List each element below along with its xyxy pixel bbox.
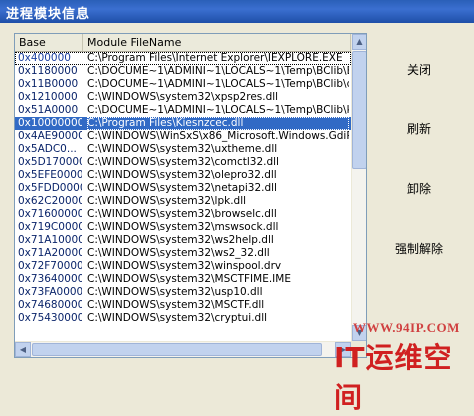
base-cell: 0x71600000 <box>18 208 82 220</box>
table-row[interactable]: 0x74680000 C:\WINDOWS\system32\MSCTF.dll <box>15 299 351 312</box>
table-row[interactable]: 0x5D170000 C:\WINDOWS\system32\comctl32.d… <box>15 156 351 169</box>
filename-cell: C:\WINDOWS\system32\comctl32.dll <box>87 156 279 168</box>
filename-cell: C:\Program Files\Internet Explorer\IEXPL… <box>87 52 343 64</box>
table-row[interactable]: 0x72F70000 C:\WINDOWS\system32\winspool.d… <box>15 260 351 273</box>
filename-cell: C:\WINDOWS\system32\winspool.drv <box>87 260 282 272</box>
base-cell: 0x75430000 <box>18 312 82 324</box>
base-cell: 0x71A10000 <box>18 234 82 246</box>
filename-cell: C:\WINDOWS\system32\usp10.dll <box>87 286 263 298</box>
filename-cell: C:\DOCUME~1\ADMINI~1\LOCALS~1\Temp\BClib… <box>87 104 349 116</box>
refresh-button[interactable]: 刷新 <box>385 118 453 140</box>
filename-cell: C:\DOCUME~1\ADMINI~1\LOCALS~1\Temp\BClib… <box>87 65 349 77</box>
window-title: 进程模块信息 <box>6 7 91 22</box>
filename-cell: C:\WINDOWS\system32\MSCTF.dll <box>87 299 265 311</box>
close-button[interactable]: 关闭 <box>385 59 453 81</box>
base-cell: 0x72F70000 <box>18 260 82 272</box>
base-cell: 0x74680000 <box>18 299 82 311</box>
base-cell: 0x1180000 <box>18 65 78 77</box>
filename-cell: C:\Program Files\Kiesnzcec.dll <box>87 117 349 130</box>
table-row-selected[interactable]: 0x10000000 C:\Program Files\Kiesnzcec.dll <box>15 117 351 130</box>
base-cell: 0x400000 <box>18 52 71 64</box>
column-header-module-filename[interactable]: Module FileName <box>83 34 351 51</box>
table-row[interactable]: 0x71A20000 C:\WINDOWS\system32\ws2_32.dll <box>15 247 351 260</box>
horizontal-scrollbar[interactable]: ◀ ▶ <box>15 341 351 357</box>
force-unload-button[interactable]: 强制解除 <box>385 238 453 260</box>
base-cell: 0x73FA0000 <box>18 286 82 298</box>
base-cell: 0x4AE90000 <box>18 130 82 142</box>
base-cell: 0x11B0000 <box>18 78 79 90</box>
filename-cell: C:\WINDOWS\WinSxS\x86_Microsoft.Windows.… <box>87 130 349 142</box>
table-row[interactable]: 0x1210000 C:\WINDOWS\system32\xpsp2res.dl… <box>15 91 351 104</box>
filename-cell: C:\WINDOWS\system32\browselc.dll <box>87 208 277 220</box>
filename-cell: C:\DOCUME~1\ADMINI~1\LOCALS~1\Temp\BClib… <box>87 78 349 90</box>
table-row[interactable]: 0x73640000 C:\WINDOWS\system32\MSCTFIME.I… <box>15 273 351 286</box>
base-cell: 0x5EFE0000 <box>18 169 82 181</box>
table-row[interactable]: 0x73FA0000 C:\WINDOWS\system32\usp10.dll <box>15 286 351 299</box>
base-cell: 0x10000000 <box>18 117 82 129</box>
base-cell: 0x1210000 <box>18 91 78 103</box>
scroll-left-icon[interactable]: ◀ <box>15 342 31 357</box>
column-header-base[interactable]: Base <box>15 34 83 51</box>
table-row[interactable]: 0x4AE90000 C:\WINDOWS\WinSxS\x86_Microsof… <box>15 130 351 143</box>
base-cell: 0x5ADC0... <box>18 143 77 155</box>
table-row[interactable]: 0x51A0000 C:\DOCUME~1\ADMINI~1\LOCALS~1\T… <box>15 104 351 117</box>
table-row[interactable]: 0x62C20000 C:\WINDOWS\system32\lpk.dll <box>15 195 351 208</box>
scroll-up-icon[interactable]: ▲ <box>352 34 366 50</box>
table-row[interactable]: 0x400000 C:\Program Files\Internet Explor… <box>15 52 351 65</box>
watermark-url: WWW.94IP.COM <box>353 320 460 335</box>
table-row[interactable]: 0x71A10000 C:\WINDOWS\system32\ws2help.dl… <box>15 234 351 247</box>
base-cell: 0x5D170000 <box>18 156 82 168</box>
filename-cell: C:\WINDOWS\system32\netapi32.dll <box>87 182 277 194</box>
table-row[interactable]: 0x5EFE0000 C:\WINDOWS\system32\olepro32.d… <box>15 169 351 182</box>
table-row[interactable]: 0x71600000 C:\WINDOWS\system32\browselc.d… <box>15 208 351 221</box>
base-cell: 0x5FDD0000 <box>18 182 82 194</box>
base-cell: 0x73640000 <box>18 273 82 285</box>
unload-button[interactable]: 卸除 <box>385 178 453 200</box>
base-cell: 0x51A0000 <box>18 104 79 116</box>
filename-cell: C:\WINDOWS\system32\mswsock.dll <box>87 221 279 233</box>
filename-cell: C:\WINDOWS\system32\cryptui.dll <box>87 312 268 324</box>
filename-cell: C:\WINDOWS\system32\MSCTFIME.IME <box>87 273 291 285</box>
table-row[interactable]: 0x1180000 C:\DOCUME~1\ADMINI~1\LOCALS~1\T… <box>15 65 351 78</box>
filename-cell: C:\WINDOWS\system32\olepro32.dll <box>87 169 277 181</box>
filename-cell: C:\WINDOWS\system32\ws2_32.dll <box>87 247 270 259</box>
title-bar[interactable]: 进程模块信息 <box>0 0 474 23</box>
table-row[interactable]: 0x5ADC0... C:\WINDOWS\system32\uxtheme.dl… <box>15 143 351 156</box>
base-cell: 0x719C0000 <box>18 221 82 233</box>
list-rows: 0x400000 C:\Program Files\Internet Explor… <box>15 52 351 346</box>
table-row[interactable]: 0x75430000 C:\WINDOWS\system32\cryptui.dl… <box>15 312 351 325</box>
vertical-scrollbar[interactable]: ▲ ▼ <box>351 34 366 341</box>
table-row[interactable]: 0x719C0000 C:\WINDOWS\system32\mswsock.dl… <box>15 221 351 234</box>
base-cell: 0x62C20000 <box>18 195 82 207</box>
filename-cell: C:\WINDOWS\system32\ws2help.dll <box>87 234 274 246</box>
table-row[interactable]: 0x5FDD0000 C:\WINDOWS\system32\netapi32.d… <box>15 182 351 195</box>
watermark-text: IT运维空间 <box>334 341 453 414</box>
vertical-scroll-thumb[interactable] <box>352 51 366 169</box>
process-module-window: 进程模块信息 Base Module FileName 0x400000 C:\P… <box>0 0 474 414</box>
filename-cell: C:\WINDOWS\system32\lpk.dll <box>87 195 247 207</box>
filename-cell: C:\WINDOWS\system32\xpsp2res.dll <box>87 91 279 103</box>
list-header: Base Module FileName <box>15 34 351 52</box>
base-cell: 0x71A20000 <box>18 247 82 259</box>
horizontal-scroll-thumb[interactable] <box>32 343 322 356</box>
table-row[interactable]: 0x11B0000 C:\DOCUME~1\ADMINI~1\LOCALS~1\T… <box>15 78 351 91</box>
module-list[interactable]: Base Module FileName 0x400000 C:\Program … <box>14 33 367 358</box>
watermark: WWW.94IP.COM IT运维空间 <box>328 318 474 414</box>
filename-cell: C:\WINDOWS\system32\uxtheme.dll <box>87 143 278 155</box>
